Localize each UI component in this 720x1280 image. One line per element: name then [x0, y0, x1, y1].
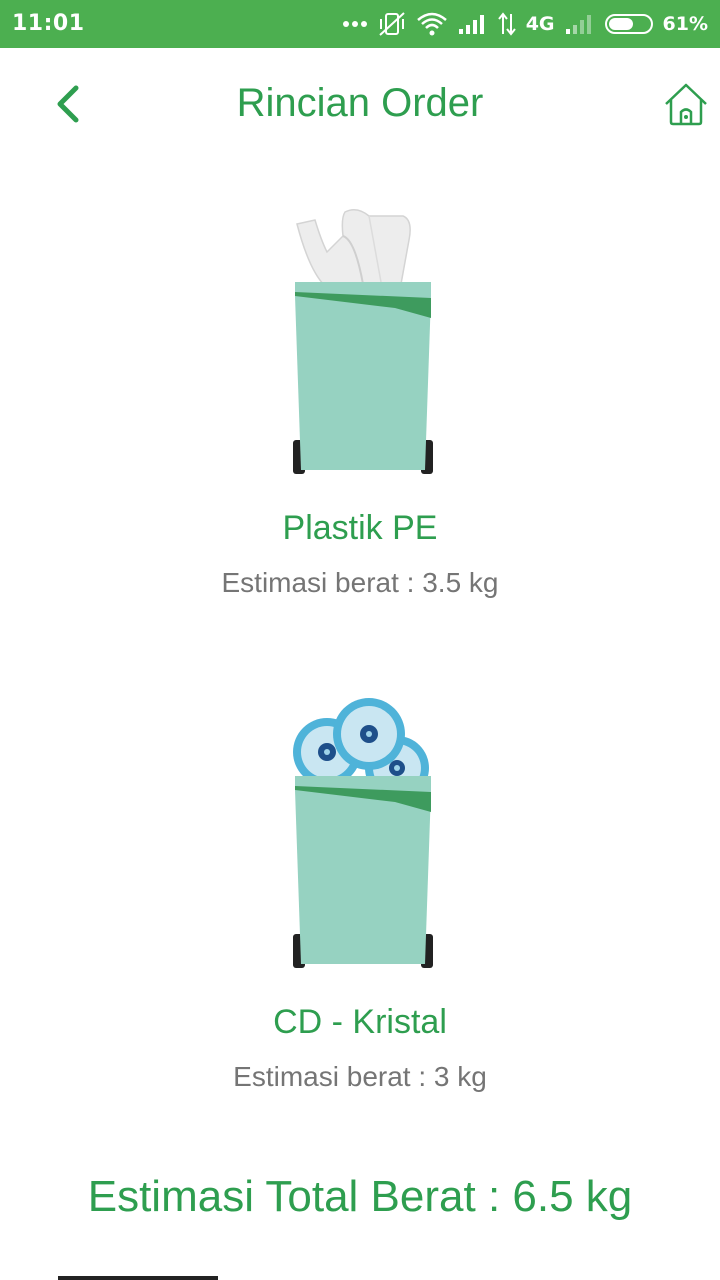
home-icon — [665, 83, 707, 126]
more-dots-icon — [342, 19, 368, 29]
data-arrows-icon — [497, 12, 516, 36]
signal-weak-icon — [565, 13, 595, 35]
battery-fill — [608, 18, 633, 30]
item-weight: Estimasi berat : 3.5 kg — [221, 567, 499, 598]
total-weight: Estimasi Total Berat : 6.5 kg — [87, 1172, 633, 1221]
network-type: 4G — [525, 13, 555, 35]
item-name: Plastik PE — [282, 509, 438, 547]
trash-bin-plastic-icon — [285, 200, 435, 480]
bottom-element-edge — [58, 1276, 218, 1280]
app-bar: Rincian Order — [0, 48, 720, 164]
page-title: Rincian Order — [236, 81, 484, 125]
status-bar: 11:01 4G 61% — [0, 0, 720, 48]
item-name: CD - Kristal — [273, 1003, 447, 1041]
wifi-icon — [416, 12, 448, 36]
home-button[interactable] — [660, 78, 712, 130]
order-item: Plastik PE Estimasi berat : 3.5 kg — [0, 200, 720, 600]
item-weight: Estimasi berat : 3 kg — [233, 1061, 487, 1092]
status-icons: 4G 61% — [342, 8, 708, 40]
battery-percent: 61% — [662, 13, 708, 35]
status-time: 11:01 — [12, 11, 85, 36]
signal-icon — [458, 13, 488, 35]
battery-icon — [604, 14, 653, 34]
vibrate-off-icon — [378, 11, 406, 37]
order-item: CD - Kristal Estimasi berat : 3 kg — [0, 694, 720, 1094]
trash-bin-cd-icon — [285, 694, 435, 974]
